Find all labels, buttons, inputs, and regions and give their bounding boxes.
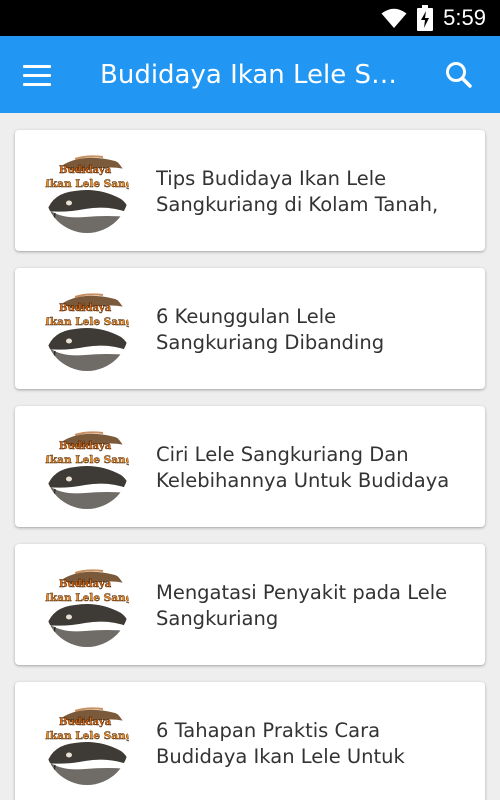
article-card[interactable]: Budidaya Ikan Lele Sangkuriang Tips Budi… [15,130,485,251]
status-time: 5:59 [443,5,486,30]
svg-text:Ikan Lele Sangkuriang: Ikan Lele Sangkuriang [45,592,129,604]
article-title-line-2: Sangkuriang di Kolam Tanah, [156,193,439,216]
article-title-line-2: Sangkuriang [156,607,279,630]
article-card[interactable]: Budidaya Ikan Lele Sangkuriang Mengatasi… [15,544,485,665]
svg-text:Ikan Lele Sangkuriang: Ikan Lele Sangkuriang [45,454,129,466]
svg-text:Budidaya: Budidaya [59,165,112,176]
catfish-thumbnail: Budidaya Ikan Lele Sangkuriang [45,425,129,509]
article-title: Tips Budidaya Ikan Lele Sangkuriang di Ko… [156,166,474,218]
article-title-line-1: Mengatasi Penyakit pada Lele [156,581,448,604]
article-title-line-2: Sangkuriang Dibanding [156,331,385,354]
article-title-line-2: Kelebihannya Untuk Budidaya [156,469,450,492]
svg-text:Ikan Lele Sangkuriang: Ikan Lele Sangkuriang [45,178,129,190]
hamburger-menu-icon[interactable] [18,56,56,94]
wifi-icon [381,8,407,28]
catfish-thumbnail: Budidaya Ikan Lele Sangkuriang [45,287,129,371]
search-icon[interactable] [442,58,478,94]
article-card[interactable]: Budidaya Ikan Lele Sangkuriang 6 Keunggu… [15,268,485,389]
article-title: 6 Tahapan Praktis Cara Budidaya Ikan Lele… [156,718,474,770]
article-card[interactable]: Budidaya Ikan Lele Sangkuriang 6 Tahapan… [15,682,485,800]
status-bar: 5:59 [0,0,500,36]
article-title: Ciri Lele Sangkuriang Dan Kelebihannya Un… [156,442,474,494]
catfish-thumbnail: Budidaya Ikan Lele Sangkuriang [45,701,129,785]
svg-text:Budidaya: Budidaya [59,303,112,314]
svg-text:Budidaya: Budidaya [59,579,112,590]
article-title-line-1: Ciri Lele Sangkuriang Dan [156,443,409,466]
article-title-line-1: Tips Budidaya Ikan Lele [156,167,387,190]
svg-text:Budidaya: Budidaya [59,441,112,452]
article-card[interactable]: Budidaya Ikan Lele Sangkuriang Ciri Lele… [15,406,485,527]
battery-charging-icon [417,5,434,31]
svg-text:Ikan Lele Sangkuriang: Ikan Lele Sangkuriang [45,316,129,328]
article-title-line-2: Budidaya Ikan Lele Untuk [156,745,405,768]
article-title-line-1: 6 Keunggulan Lele [156,305,337,328]
app-bar: Budidaya Ikan Lele Sangkuriang [0,36,500,113]
article-title: Mengatasi Penyakit pada Lele Sangkuriang [156,580,474,632]
article-title-line-1: 6 Tahapan Praktis Cara [156,719,381,742]
catfish-thumbnail: Budidaya Ikan Lele Sangkuriang [45,149,129,233]
svg-text:Ikan Lele Sangkuriang: Ikan Lele Sangkuriang [45,730,129,742]
app-title: Budidaya Ikan Lele Sangkuriang [100,60,410,90]
svg-text:Budidaya: Budidaya [59,717,112,728]
catfish-thumbnail: Budidaya Ikan Lele Sangkuriang [45,563,129,647]
article-title: 6 Keunggulan Lele Sangkuriang Dibanding [156,304,474,356]
